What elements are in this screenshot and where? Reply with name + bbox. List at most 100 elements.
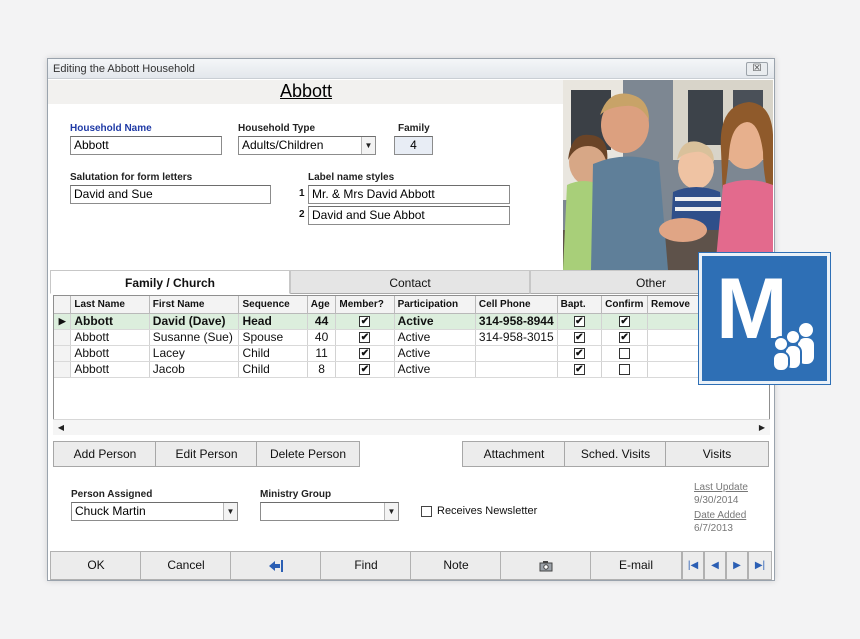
- cell-member[interactable]: ✔: [335, 345, 395, 362]
- delete-person-button[interactable]: Delete Person: [256, 441, 360, 467]
- cell-participation[interactable]: Active: [394, 329, 476, 346]
- label-style-1-field[interactable]: Mr. & Mrs David Abbott: [308, 185, 510, 204]
- cell-sequence[interactable]: Child: [238, 345, 308, 362]
- cell-age[interactable]: 44: [307, 313, 337, 330]
- scroll-left-icon[interactable]: ◀: [54, 421, 68, 434]
- cell-confirm[interactable]: [601, 361, 649, 378]
- confirm-checkbox[interactable]: [619, 364, 631, 376]
- column-header[interactable]: Confirm: [601, 296, 649, 314]
- member-checkbox[interactable]: ✔: [359, 364, 371, 376]
- cell-confirm[interactable]: ✔: [601, 329, 649, 346]
- cell-cell-phone[interactable]: 314-958-8944: [475, 313, 558, 330]
- member-checkbox[interactable]: ✔: [359, 316, 371, 328]
- table-row[interactable]: ▶ Abbott David (Dave) Head 44 ✔ Active 3…: [54, 313, 769, 330]
- bapt-checkbox[interactable]: ✔: [573, 364, 585, 376]
- column-header[interactable]: Member?: [335, 296, 395, 314]
- chevron-down-icon[interactable]: ▼: [223, 503, 237, 520]
- ministry-group-select[interactable]: ▼: [260, 502, 399, 521]
- cell-sequence[interactable]: Child: [238, 361, 308, 378]
- row-selector[interactable]: [54, 329, 72, 346]
- column-header[interactable]: Sequence: [238, 296, 308, 314]
- cell-confirm[interactable]: ✔: [601, 313, 649, 330]
- chevron-down-icon[interactable]: ▼: [384, 503, 398, 520]
- tab-family-church[interactable]: Family / Church: [50, 270, 290, 294]
- column-header[interactable]: First Name: [149, 296, 240, 314]
- tab-contact[interactable]: Contact: [290, 270, 530, 294]
- email-button[interactable]: E-mail: [590, 551, 682, 580]
- confirm-checkbox[interactable]: ✔: [619, 316, 631, 328]
- previous-record-icon[interactable]: ◀: [704, 551, 726, 580]
- cell-sequence[interactable]: Head: [238, 313, 308, 330]
- cell-age[interactable]: 11: [307, 345, 337, 362]
- column-header[interactable]: Cell Phone: [475, 296, 558, 314]
- horizontal-scrollbar[interactable]: ◀ ▶: [53, 419, 770, 435]
- chevron-down-icon[interactable]: ▼: [361, 137, 375, 154]
- cell-bapt[interactable]: ✔: [557, 361, 603, 378]
- photo-button[interactable]: [500, 551, 592, 580]
- cell-member[interactable]: ✔: [335, 361, 395, 378]
- bapt-checkbox[interactable]: ✔: [573, 348, 585, 360]
- bapt-checkbox[interactable]: ✔: [573, 316, 585, 328]
- first-record-icon[interactable]: |◀: [682, 551, 704, 580]
- cancel-button[interactable]: Cancel: [140, 551, 232, 580]
- sched-visits-button[interactable]: Sched. Visits: [564, 441, 667, 467]
- cell-member[interactable]: ✔: [335, 313, 395, 330]
- confirm-checkbox[interactable]: [619, 348, 631, 360]
- row-selector[interactable]: [54, 345, 72, 362]
- column-header[interactable]: Last Name: [70, 296, 150, 314]
- cell-cell-phone[interactable]: [475, 345, 558, 362]
- table-row[interactable]: Abbott Jacob Child 8 ✔ Active ✔: [54, 361, 769, 378]
- cell-first-name[interactable]: Lacey: [149, 345, 240, 362]
- visits-button[interactable]: Visits: [665, 441, 769, 467]
- person-assigned-select[interactable]: Chuck Martin ▼: [71, 502, 238, 521]
- cell-age[interactable]: 8: [307, 361, 337, 378]
- cell-bapt[interactable]: ✔: [557, 329, 603, 346]
- cell-age[interactable]: 40: [307, 329, 337, 346]
- cell-first-name[interactable]: Jacob: [149, 361, 240, 378]
- cell-participation[interactable]: Active: [394, 313, 476, 330]
- cell-cell-phone[interactable]: [475, 361, 558, 378]
- last-record-icon[interactable]: ▶|: [748, 551, 772, 580]
- cell-last-name[interactable]: Abbott: [70, 361, 150, 378]
- bapt-checkbox[interactable]: ✔: [573, 332, 585, 344]
- receives-newsletter-checkbox[interactable]: [421, 506, 432, 517]
- scroll-right-icon[interactable]: ▶: [755, 421, 769, 434]
- cell-first-name[interactable]: David (Dave): [149, 313, 240, 330]
- table-row[interactable]: Abbott Lacey Child 11 ✔ Active ✔: [54, 345, 769, 362]
- cell-last-name[interactable]: Abbott: [70, 313, 150, 330]
- salutation-label: Salutation for form letters: [70, 172, 193, 183]
- column-header[interactable]: Participation: [394, 296, 476, 314]
- cell-sequence[interactable]: Spouse: [238, 329, 308, 346]
- next-record-icon[interactable]: ▶: [726, 551, 748, 580]
- cell-last-name[interactable]: Abbott: [70, 329, 150, 346]
- member-checkbox[interactable]: ✔: [359, 348, 371, 360]
- note-button[interactable]: Note: [410, 551, 502, 580]
- cell-participation[interactable]: Active: [394, 361, 476, 378]
- cell-member[interactable]: ✔: [335, 329, 395, 346]
- edit-person-button[interactable]: Edit Person: [155, 441, 258, 467]
- cell-last-name[interactable]: Abbott: [70, 345, 150, 362]
- close-button[interactable]: ☒: [746, 62, 768, 76]
- row-selector[interactable]: [54, 361, 72, 378]
- window-title: Editing the Abbott Household: [53, 63, 195, 75]
- column-header[interactable]: Bapt.: [557, 296, 603, 314]
- table-row[interactable]: Abbott Susanne (Sue) Spouse 40 ✔ Active …: [54, 329, 769, 346]
- salutation-field[interactable]: David and Sue: [70, 185, 271, 204]
- find-button[interactable]: Find: [320, 551, 412, 580]
- cell-bapt[interactable]: ✔: [557, 345, 603, 362]
- column-header[interactable]: Age: [307, 296, 337, 314]
- label-style-2-field[interactable]: David and Sue Abbot: [308, 206, 510, 225]
- attachment-button[interactable]: Attachment: [462, 441, 566, 467]
- household-name-field[interactable]: Abbott: [70, 136, 222, 155]
- add-person-button[interactable]: Add Person: [53, 441, 157, 467]
- return-button[interactable]: [230, 551, 322, 580]
- member-checkbox[interactable]: ✔: [359, 332, 371, 344]
- cell-cell-phone[interactable]: 314-958-3015: [475, 329, 558, 346]
- ok-button[interactable]: OK: [50, 551, 142, 580]
- cell-confirm[interactable]: [601, 345, 649, 362]
- confirm-checkbox[interactable]: ✔: [619, 332, 631, 344]
- cell-first-name[interactable]: Susanne (Sue): [149, 329, 240, 346]
- cell-bapt[interactable]: ✔: [557, 313, 603, 330]
- cell-participation[interactable]: Active: [394, 345, 476, 362]
- household-type-select[interactable]: Adults/Children ▼: [238, 136, 376, 155]
